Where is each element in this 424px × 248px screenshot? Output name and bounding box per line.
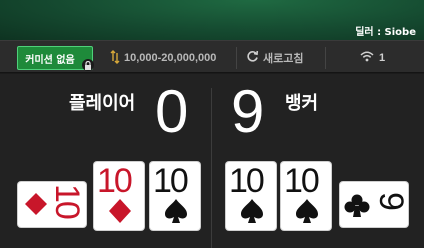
bet-limits: 10,000-20,000,000 bbox=[110, 49, 217, 67]
wifi-icon bbox=[360, 51, 374, 65]
spade-icon bbox=[240, 198, 264, 229]
player-label: 플레이어 bbox=[69, 93, 136, 114]
lock-icon bbox=[82, 59, 94, 71]
commission-toggle-button[interactable]: 커미션 없음 bbox=[17, 46, 94, 71]
center-divider bbox=[211, 88, 212, 248]
diamond-icon bbox=[108, 198, 132, 229]
card-rank: 10 bbox=[48, 184, 86, 218]
card-rank: 10 bbox=[229, 162, 265, 200]
connection-status: 1 bbox=[360, 50, 385, 66]
divider bbox=[325, 47, 326, 69]
player-card-3: 10 bbox=[150, 162, 200, 230]
refresh-button[interactable]: 새로고침 bbox=[246, 50, 303, 66]
bet-limits-value: 10,000-20,000,000 bbox=[124, 52, 217, 64]
up-down-arrows-icon bbox=[110, 49, 120, 67]
player-card-2: 10 bbox=[94, 162, 144, 230]
banker-score: 9 bbox=[231, 78, 265, 145]
banker-label: 뱅커 bbox=[285, 93, 319, 114]
result-board: 플레이어 0 뱅커 9 10 10 10 10 10 9 bbox=[0, 74, 424, 248]
player-card-1: 10 bbox=[18, 182, 86, 227]
diamond-icon bbox=[24, 192, 48, 221]
spade-icon bbox=[295, 198, 319, 229]
table-felt: 딜러 : Siobe bbox=[0, 0, 424, 40]
card-rank: 10 bbox=[153, 162, 189, 200]
card-rank: 9 bbox=[372, 192, 410, 209]
info-bar: 커미션 없음 10,000-20,000,000 새로고침 1 bbox=[0, 40, 424, 73]
banker-card-2: 10 bbox=[281, 162, 331, 230]
card-rank: 10 bbox=[97, 162, 133, 200]
divider bbox=[236, 47, 237, 69]
banker-card-1: 10 bbox=[226, 162, 276, 230]
refresh-label: 새로고침 bbox=[263, 52, 304, 65]
signal-count: 1 bbox=[379, 52, 386, 64]
commission-label: 커미션 없음 bbox=[25, 54, 75, 66]
player-score: 0 bbox=[155, 78, 189, 145]
spade-icon bbox=[164, 198, 188, 229]
banker-card-3: 9 bbox=[340, 182, 410, 227]
card-rank: 10 bbox=[284, 162, 320, 200]
dealer-label: 딜러 : Siobe bbox=[355, 27, 416, 38]
refresh-icon bbox=[246, 50, 259, 66]
club-icon bbox=[344, 194, 370, 223]
